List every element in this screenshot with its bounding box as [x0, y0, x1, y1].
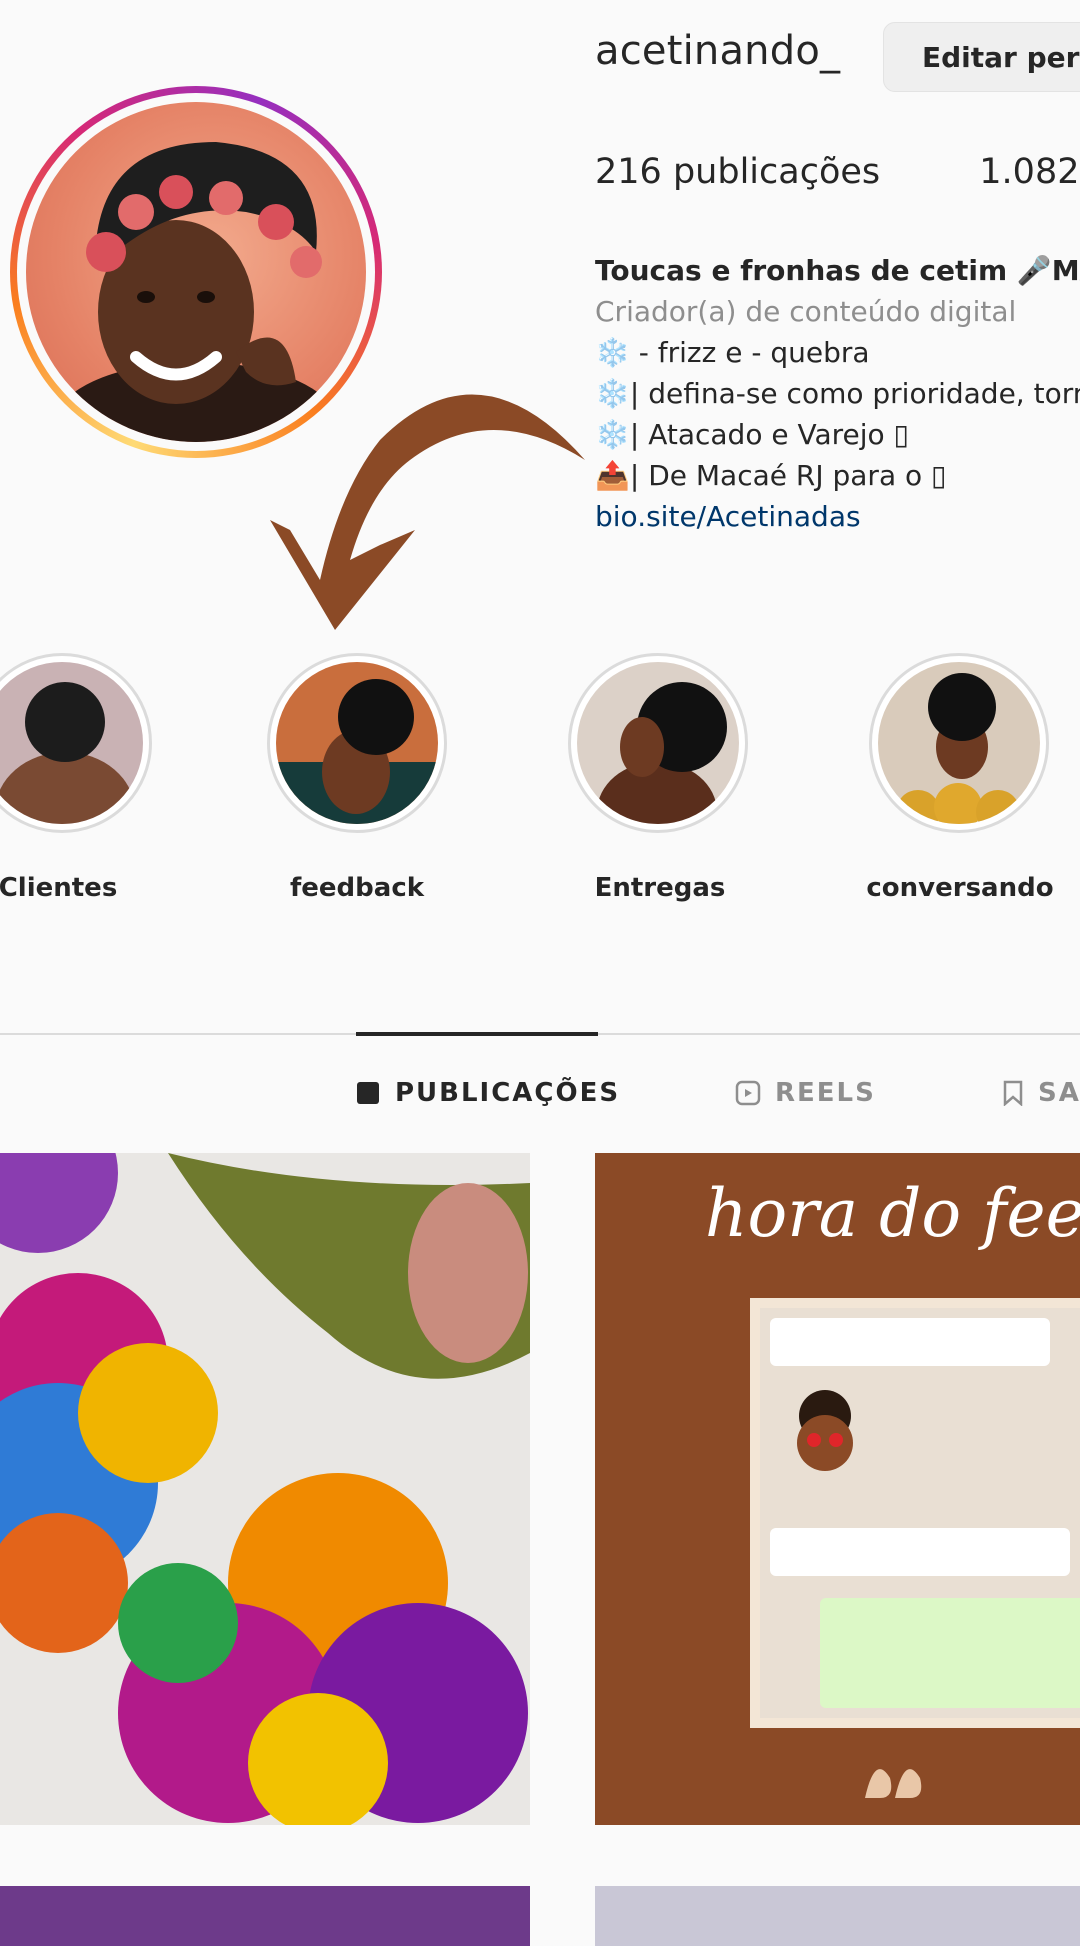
bio-link[interactable]: bio.site/Acetinadas [595, 496, 1080, 537]
highlight-label: Clientes [0, 873, 118, 903]
highlight-clientes-image [0, 682, 135, 824]
highlight-conversando[interactable] [869, 653, 1049, 833]
followers-count: 1.082 [979, 152, 1080, 192]
post-thumbnail[interactable] [595, 1886, 1080, 1946]
highlight-feedback-image [276, 679, 438, 824]
followers-stat[interactable]: 1.082 se [979, 152, 1080, 192]
tab-publicacoes[interactable]: PUBLICAÇÕES [355, 1078, 620, 1108]
highlight-entregas[interactable] [568, 653, 748, 833]
highlight-label: conversando [866, 873, 1054, 903]
tab-salvos[interactable]: SA [1002, 1078, 1080, 1108]
bookmark-icon [1003, 1080, 1023, 1106]
profile-stats: 216 publicações 1.082 se [595, 152, 1080, 192]
active-tab-indicator [356, 1032, 598, 1036]
posts-count-stat[interactable]: 216 publicações [595, 152, 891, 192]
posts-count: 216 [595, 152, 662, 192]
highlight-label: feedback [289, 873, 425, 903]
highlight-entregas-image [597, 682, 727, 824]
bio-name: Toucas e fronhas de cetim 🎤MAC [595, 254, 1080, 287]
bio-line: ❄️ - frizz e - quebra [595, 336, 870, 369]
posts-count-label: publicações [672, 152, 881, 192]
edit-profile-button[interactable]: Editar perfil [883, 22, 1080, 92]
chat-screenshot [750, 1298, 1080, 1728]
bio-category: Criador(a) de conteúdo digital [595, 295, 1017, 328]
bio-line: 📤| De Macaé RJ para o ▯ [595, 459, 947, 492]
highlight-conversando-image [896, 673, 1020, 824]
logo-mark-icon [865, 1769, 922, 1798]
grid-icon [357, 1082, 379, 1104]
arrow-decoration-icon [270, 394, 585, 630]
tab-salvos-label: SA [1038, 1078, 1080, 1108]
highlight-clientes[interactable] [0, 653, 152, 833]
post-title-text: hora do feedba [705, 1175, 1080, 1252]
profile-bio: Toucas e fronhas de cetim 🎤MAC Criador(a… [595, 250, 1080, 537]
sticker-emoji-icon [797, 1390, 853, 1471]
bio-line: ❄️| defina-se como prioridade, torn [595, 377, 1080, 410]
tab-publicacoes-label: PUBLICAÇÕES [395, 1078, 621, 1108]
highlight-label: Entregas [594, 873, 726, 903]
post-thumbnail[interactable] [0, 1886, 530, 1946]
post-scrunchies-image [0, 1153, 530, 1825]
tab-reels[interactable]: REELS [735, 1078, 876, 1108]
bio-line: ❄️| Atacado e Varejo ▯ [595, 418, 909, 451]
highlight-feedback[interactable] [267, 653, 447, 833]
post-thumbnail[interactable] [0, 1153, 530, 1825]
post-thumbnail[interactable]: hora do feedba [595, 1153, 1080, 1825]
reels-icon [735, 1080, 761, 1106]
profile-username: acetinando_ [595, 28, 841, 74]
tab-reels-label: REELS [775, 1078, 876, 1108]
